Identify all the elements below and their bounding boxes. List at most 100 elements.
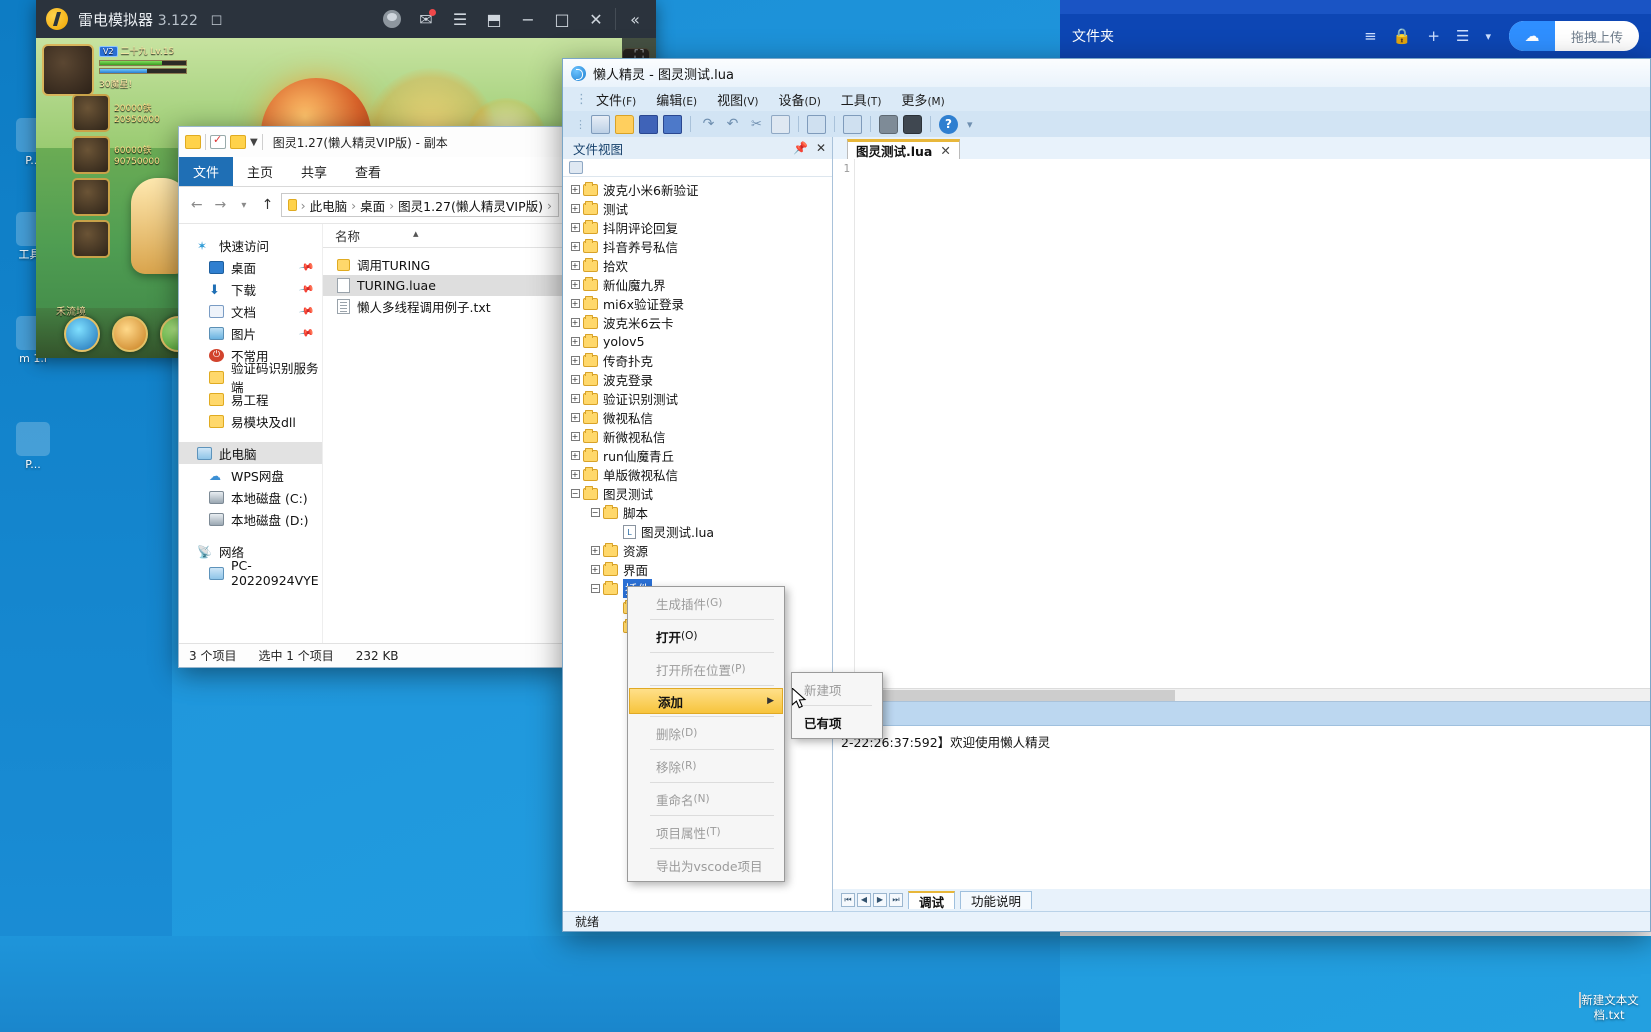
avatar-icon[interactable] <box>375 3 409 35</box>
log-tab-debug[interactable]: 调试 <box>908 891 956 910</box>
desktop-icon-3[interactable]: P... <box>2 422 64 472</box>
pin-icon[interactable]: 📌 <box>298 281 315 297</box>
expander-icon[interactable]: + <box>567 242 583 251</box>
expander-icon[interactable]: + <box>567 432 583 441</box>
tree-item[interactable]: + mi6x验证登录 <box>563 294 832 313</box>
tree-item[interactable]: L 图灵测试.lua <box>563 522 832 541</box>
tree-item[interactable]: + 传奇扑克 <box>563 351 832 370</box>
stop-icon[interactable] <box>843 114 862 134</box>
code-content[interactable] <box>855 159 1650 688</box>
file-explorer-navigation-pane[interactable]: ✶ 快速访问 桌面 📌 ⬇ 下载 📌 文档 📌 图片 📌 ⏻ 不常用 验证码识别… <box>179 224 323 643</box>
context-menu-item-project-properties[interactable]: 项目属性 (T) <box>628 818 784 846</box>
context-menu-item-export-vscode[interactable]: 导出为vscode项目 <box>628 851 784 879</box>
editor-horizontal-scrollbar[interactable] <box>833 688 1650 701</box>
tree-item[interactable]: + 验证识别测试 <box>563 389 832 408</box>
sidebar-item-disk-c[interactable]: 本地磁盘 (C:) <box>179 486 322 508</box>
minimize-icon[interactable]: − <box>511 3 545 35</box>
table-row[interactable]: TURING.luae <box>323 275 567 296</box>
ribbon-tab-file[interactable]: 文件 <box>179 157 234 186</box>
redo-icon[interactable]: ↷ <box>699 115 718 134</box>
collapse-expander-icon[interactable]: − <box>587 508 603 517</box>
sidebar-item-downloads[interactable]: ⬇ 下载 📌 <box>179 278 322 300</box>
new-folder-icon[interactable] <box>230 135 246 149</box>
file-explorer-list[interactable]: 名称 ▴ 调用TURING TURING.luae 懒人多线程调用例子.txt <box>323 224 567 643</box>
editor-tab[interactable]: 图灵测试.lua ✕ <box>847 139 960 159</box>
tree-item[interactable]: − 脚本 <box>563 503 832 522</box>
expander-icon[interactable]: + <box>567 185 583 194</box>
sidebar-item-quick-access[interactable]: ✶ 快速访问 <box>179 234 322 256</box>
expander-icon[interactable]: + <box>567 337 583 346</box>
drag-upload-button[interactable]: ☁ 拖拽上传 <box>1508 21 1639 51</box>
tree-toolbar[interactable] <box>563 159 832 177</box>
tree-item[interactable]: + 波克小米6新验证 <box>563 180 832 199</box>
open-folder-icon[interactable] <box>615 114 634 134</box>
next-page-icon[interactable]: ▶ <box>873 893 887 907</box>
expander-icon[interactable]: + <box>567 394 583 403</box>
tree-item[interactable]: + 界面 <box>563 560 832 579</box>
address-path[interactable]: › 此电脑 › 桌面 › 图灵1.27(懒人精灵VIP版) › <box>281 193 560 217</box>
context-menu-item-add[interactable]: 添加 ▶ <box>629 688 783 714</box>
expander-icon[interactable]: + <box>587 546 603 555</box>
tree-item[interactable]: + 资源 <box>563 541 832 560</box>
refresh-tree-icon[interactable] <box>569 161 583 174</box>
context-menu-item-delete[interactable]: 删除 (D) <box>628 719 784 747</box>
ide-titlebar[interactable]: 懒人精灵 - 图灵测试.lua <box>563 59 1650 87</box>
context-menu-item-open-location[interactable]: 打开所在位置 (P) <box>628 655 784 683</box>
tree-item[interactable]: + 测试 <box>563 199 832 218</box>
desktop-file-icon[interactable]: 新建文本文档.txt <box>1573 992 1645 1022</box>
close-icon[interactable]: ✕ <box>579 3 613 35</box>
menu-file[interactable]: 文件(F) <box>596 90 636 109</box>
sidebar-item-disk-d[interactable]: 本地磁盘 (D:) <box>179 508 322 530</box>
toolbar-overflow-icon[interactable]: ▾ <box>967 118 973 131</box>
copy-icon[interactable] <box>771 114 790 134</box>
expander-icon[interactable]: + <box>567 318 583 327</box>
log-output[interactable]: 2-22:26:37:592】欢迎使用懒人精灵 <box>833 726 1650 889</box>
file-explorer-ribbon[interactable]: 文件 主页 共享 查看 <box>179 157 567 187</box>
tree-item[interactable]: + 波克米6云卡 <box>563 313 832 332</box>
menu-more[interactable]: 更多(M) <box>901 90 944 109</box>
tree-item[interactable]: + 抖音养号私信 <box>563 237 832 256</box>
lock-icon[interactable]: 🔒 <box>1393 27 1412 45</box>
expander-icon[interactable]: + <box>567 223 583 232</box>
screenshot-icon[interactable] <box>903 114 922 134</box>
tree-item[interactable]: + 拾欢 <box>563 256 832 275</box>
cut-icon[interactable]: ✂ <box>747 115 766 134</box>
back-icon[interactable]: ← <box>187 197 207 213</box>
pin-icon[interactable]: 📌 <box>793 141 808 155</box>
tree-item[interactable]: + run仙魔青丘 <box>563 446 832 465</box>
properties-icon[interactable] <box>210 133 226 149</box>
collapse-expander-icon[interactable]: − <box>567 489 583 498</box>
device-icon[interactable] <box>879 114 898 134</box>
path-segment-2[interactable]: 图灵1.27(懒人精灵VIP版) <box>398 196 543 215</box>
context-menu[interactable]: 生成插件 (G) 打开 (O) 打开所在位置 (P) 添加 ▶ 删除 (D) 移除 (R)… <box>627 586 785 882</box>
undo-icon[interactable]: ↶ <box>723 115 742 134</box>
collapse-expander-icon[interactable]: − <box>587 584 603 593</box>
expander-icon[interactable]: + <box>567 470 583 479</box>
log-tabbar[interactable]: ⏮ ◀ ▶ ⏭ 调试 功能说明 <box>833 889 1650 911</box>
context-menu-item-remove[interactable]: 移除 (R) <box>628 752 784 780</box>
list-view-icon[interactable]: ≡ <box>1364 27 1377 45</box>
prev-page-icon[interactable]: ◀ <box>857 893 871 907</box>
sidebar-item-pc-host[interactable]: PC-20220924VYE <box>179 558 322 588</box>
game-skill-orb-1[interactable] <box>64 316 100 352</box>
context-menu-item-generate-plugin[interactable]: 生成插件 (G) <box>628 589 784 617</box>
close-icon[interactable]: ✕ <box>816 141 826 155</box>
expander-icon[interactable]: + <box>567 299 583 308</box>
pin-icon[interactable]: 📌 <box>298 303 315 319</box>
run-icon[interactable] <box>807 114 826 134</box>
ribbon-tab-home[interactable]: 主页 <box>233 157 287 186</box>
expander-icon[interactable]: + <box>567 280 583 289</box>
code-editor[interactable]: 1 <box>833 159 1650 688</box>
menu-view[interactable]: 视图(V) <box>717 90 758 109</box>
chevron-down-icon[interactable]: ▼ <box>250 137 258 148</box>
save-all-icon[interactable] <box>663 114 682 134</box>
expander-icon[interactable]: + <box>567 451 583 460</box>
sidebar-item-wps-cloud[interactable]: ☁ WPS网盘 <box>179 464 322 486</box>
pin-icon[interactable]: 📌 <box>298 259 315 275</box>
sidebar-item-this-pc[interactable]: 此电脑 <box>179 442 322 464</box>
collapse-icon[interactable]: « <box>618 3 652 35</box>
log-tab-help[interactable]: 功能说明 <box>960 891 1033 909</box>
pin-icon[interactable]: 📌 <box>298 325 315 341</box>
tree-item[interactable]: + 微视私信 <box>563 408 832 427</box>
file-explorer-addressbar[interactable]: ← → ▾ ↑ › 此电脑 › 桌面 › 图灵1.27(懒人精灵VIP版) › <box>179 187 567 223</box>
